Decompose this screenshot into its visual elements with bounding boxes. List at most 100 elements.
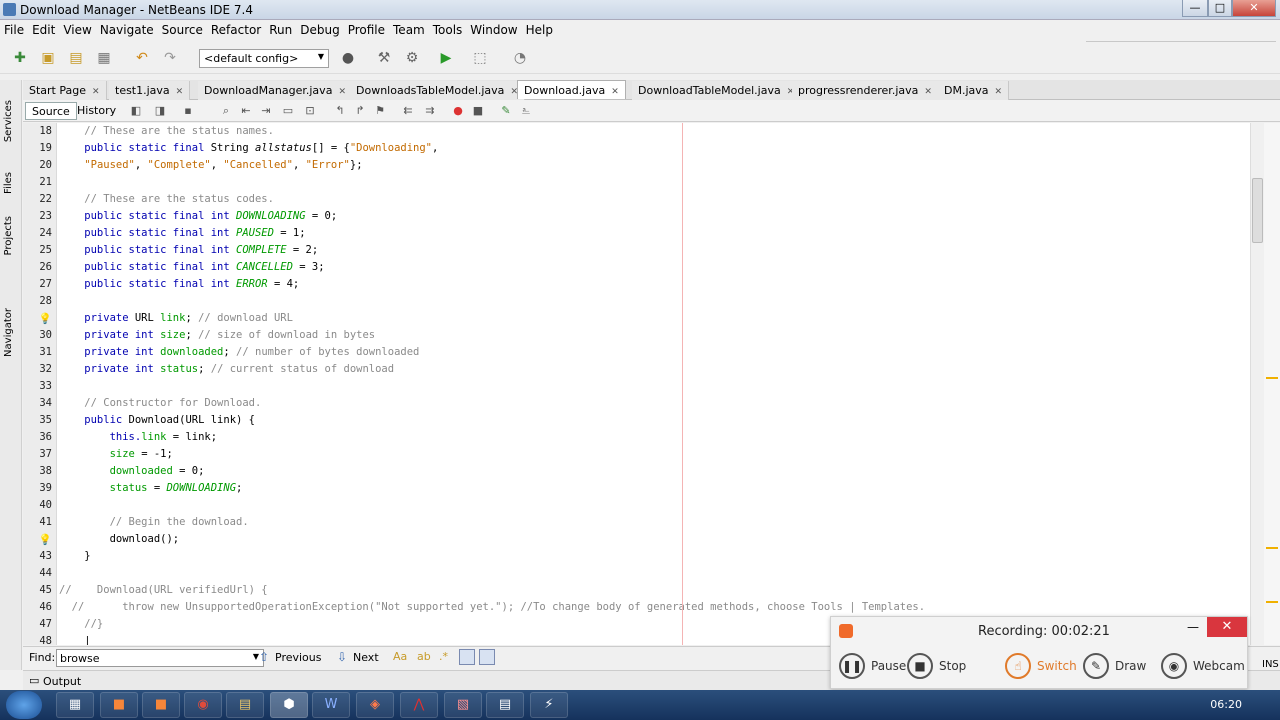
code-line[interactable]: download(); [59, 533, 180, 545]
taskbar-explorer-icon[interactable]: ▤ [226, 692, 264, 718]
start-macro-icon[interactable]: ● [451, 104, 465, 118]
toggle-rect-select-icon[interactable]: ⊡ [303, 104, 317, 118]
code-line[interactable]: public static final int CANCELLED = 3; [59, 261, 324, 273]
minimize-button[interactable]: — [1182, 0, 1208, 17]
menu-debug[interactable]: Debug [296, 20, 343, 37]
code-line[interactable]: // throw new UnsupportedOperationExcepti… [59, 601, 925, 613]
hint-bulb-icon[interactable]: 💡 [22, 533, 52, 546]
code-line[interactable]: "Paused", "Complete", "Cancelled", "Erro… [59, 159, 362, 171]
editor-tab[interactable]: Start Page ✕ [23, 81, 107, 100]
close-tab-icon[interactable]: ✕ [338, 87, 346, 97]
toggle-bookmark-icon[interactable]: ⚑ [373, 104, 387, 118]
side-tab-files[interactable]: Files [3, 172, 14, 194]
new-file-icon[interactable]: ✚ [10, 48, 30, 68]
code-line[interactable]: // These are the status names. [59, 125, 274, 137]
output-tab[interactable]: Output [43, 675, 81, 688]
recorder-close-button[interactable]: ✕ [1207, 617, 1247, 637]
editor-tab[interactable]: DM.java ✕ [938, 81, 1010, 100]
side-tab-projects[interactable]: Projects [3, 216, 14, 255]
whole-words-icon[interactable]: ab [417, 650, 431, 663]
toggle-highlight-icon[interactable]: ▭ [281, 104, 295, 118]
code-line[interactable]: size = -1; [59, 448, 173, 460]
menu-tools[interactable]: Tools [429, 20, 467, 37]
debug-icon[interactable]: ⬚ [470, 48, 490, 68]
side-tab-services[interactable]: Services [3, 100, 14, 142]
code-line[interactable]: // Constructor for Download. [59, 397, 261, 409]
webcam-button[interactable]: ◉ Webcam [1161, 653, 1245, 679]
back-icon[interactable]: ◨ [153, 104, 167, 118]
code-line[interactable]: public static final int ERROR = 4; [59, 278, 299, 290]
code-line[interactable]: //} [59, 618, 103, 630]
code-line[interactable]: // These are the status codes. [59, 193, 274, 205]
find-previous-icon[interactable]: ⇤ [239, 104, 253, 118]
code-line[interactable]: status = DOWNLOADING; [59, 482, 243, 494]
save-all-icon[interactable]: ▦ [94, 48, 114, 68]
editor-tab[interactable]: DownloadManager.java ✕ [198, 81, 353, 100]
editor-scrollbar[interactable] [1250, 123, 1264, 645]
hint-bulb-icon[interactable]: 💡 [22, 312, 52, 325]
find-next-icon[interactable]: ⇥ [259, 104, 273, 118]
code-line[interactable]: private URL link; // download URL [59, 312, 293, 324]
code-line[interactable]: this.link = link; [59, 431, 218, 443]
run-icon[interactable]: ▶ [436, 48, 456, 68]
maximize-button[interactable]: □ [1208, 0, 1232, 17]
undo-icon[interactable]: ↶ [132, 48, 152, 68]
profile-icon[interactable]: ◔ [510, 48, 530, 68]
open-project-icon[interactable]: ▤ [66, 48, 86, 68]
menu-window[interactable]: Window [466, 20, 521, 37]
close-tab-icon[interactable]: ✕ [176, 87, 184, 97]
shift-left-icon[interactable]: ⇇ [401, 104, 415, 118]
taskbar-acrobat-icon[interactable]: ⋀ [400, 692, 438, 718]
highlight-results-icon[interactable] [459, 649, 475, 665]
draw-button[interactable]: ✎ Draw [1083, 653, 1146, 679]
taskbar-chrome-icon[interactable]: ◉ [184, 692, 222, 718]
comment-icon[interactable]: ✎ [499, 104, 513, 118]
build-target-icon[interactable]: ● [338, 48, 358, 68]
taskbar-recorder-icon[interactable]: ■ [100, 692, 138, 718]
menu-run[interactable]: Run [265, 20, 296, 37]
close-tab-icon[interactable]: ✕ [92, 87, 100, 97]
code-line[interactable]: public static final String allstatus[] =… [59, 142, 438, 154]
find-selection-icon[interactable]: ⌕ [219, 104, 233, 118]
code-line[interactable]: // Download(URL verifiedUrl) { [59, 584, 268, 596]
find-next-button[interactable]: Next [353, 651, 379, 664]
taskbar-app-icon[interactable]: ⚡ [530, 692, 568, 718]
editor-tab[interactable]: progressrenderer.java ✕ [792, 81, 939, 100]
editor-tab[interactable]: DownloadTableModel.java ✕ [632, 81, 802, 100]
history-view-button[interactable]: History [71, 102, 122, 120]
menu-source[interactable]: Source [158, 20, 207, 37]
menu-refactor[interactable]: Refactor [207, 20, 265, 37]
code-line[interactable]: public static final int COMPLETE = 2; [59, 244, 318, 256]
side-tab-navigator[interactable]: Navigator [3, 308, 14, 357]
warning-mark[interactable] [1266, 601, 1278, 603]
find-previous-button[interactable]: Previous [275, 651, 322, 664]
code-line[interactable]: public static final int DOWNLOADING = 0; [59, 210, 337, 222]
menu-view[interactable]: View [59, 20, 95, 37]
taskbar-app-icon[interactable]: ▧ [444, 692, 482, 718]
editor-tab[interactable]: DownloadsTableModel.java ✕ [350, 81, 525, 100]
menu-profile[interactable]: Profile [344, 20, 389, 37]
source-view-button[interactable]: Source [25, 102, 77, 120]
last-edit-icon[interactable]: ◧ [129, 104, 143, 118]
regex-icon[interactable]: .* [439, 650, 448, 663]
taskbar-recorder-icon[interactable]: ■ [142, 692, 180, 718]
editor-tab[interactable]: test1.java ✕ [109, 81, 191, 100]
start-button[interactable] [6, 691, 42, 719]
forward-icon[interactable]: ▪ [181, 104, 195, 118]
code-editor[interactable]: // These are the status names. public st… [57, 123, 1250, 645]
taskbar-netbeans-icon[interactable]: ⬢ [270, 692, 308, 718]
editor-tab[interactable]: Download.java ✕ [517, 80, 626, 99]
close-tab-icon[interactable]: ✕ [611, 87, 619, 97]
taskbar-app-icon[interactable]: ▦ [56, 692, 94, 718]
stop-button[interactable]: ■ Stop [907, 653, 966, 679]
warning-mark[interactable] [1266, 377, 1278, 379]
code-line[interactable]: private int downloaded; // number of byt… [59, 346, 419, 358]
recorder-minimize-button[interactable]: — [1183, 620, 1203, 638]
pause-button[interactable]: ❚❚ Pause [839, 653, 906, 679]
shift-right-icon[interactable]: ⇉ [423, 104, 437, 118]
code-line[interactable]: private int status; // current status of… [59, 363, 394, 375]
warning-mark[interactable] [1266, 547, 1278, 549]
clean-build-icon[interactable]: ⚙ [402, 48, 422, 68]
menu-edit[interactable]: Edit [28, 20, 59, 37]
code-line[interactable]: public static final int PAUSED = 1; [59, 227, 305, 239]
